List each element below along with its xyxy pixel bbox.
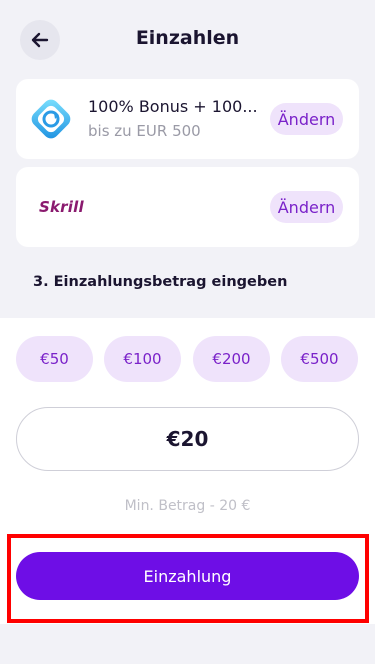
bonus-title: 100% Bonus + 100... bbox=[88, 97, 258, 116]
page-title: Einzahlen bbox=[135, 27, 240, 49]
change-bonus-button[interactable]: Ändern bbox=[270, 103, 343, 135]
bonus-badge-icon bbox=[31, 99, 71, 139]
quick-amount-200[interactable]: €200 bbox=[193, 336, 270, 382]
header: Einzahlen bbox=[0, 0, 375, 80]
change-method-button[interactable]: Ändern bbox=[270, 191, 343, 223]
bonus-subtitle: bis zu EUR 500 bbox=[88, 122, 201, 140]
deposit-button[interactable]: Einzahlung bbox=[16, 552, 359, 600]
quick-amount-50[interactable]: €50 bbox=[16, 336, 93, 382]
amount-input[interactable] bbox=[16, 407, 359, 471]
quick-amount-500[interactable]: €500 bbox=[281, 336, 358, 382]
payment-method-card[interactable]: Skrill Ändern bbox=[16, 167, 359, 247]
min-amount-hint: Min. Betrag - 20 € bbox=[124, 498, 251, 514]
skrill-logo: Skrill bbox=[39, 198, 84, 216]
bonus-card[interactable]: 100% Bonus + 100... bis zu EUR 500 Änder… bbox=[16, 79, 359, 159]
step-label: 3. Einzahlungsbetrag eingeben bbox=[33, 274, 288, 290]
quick-amount-100[interactable]: €100 bbox=[104, 336, 181, 382]
